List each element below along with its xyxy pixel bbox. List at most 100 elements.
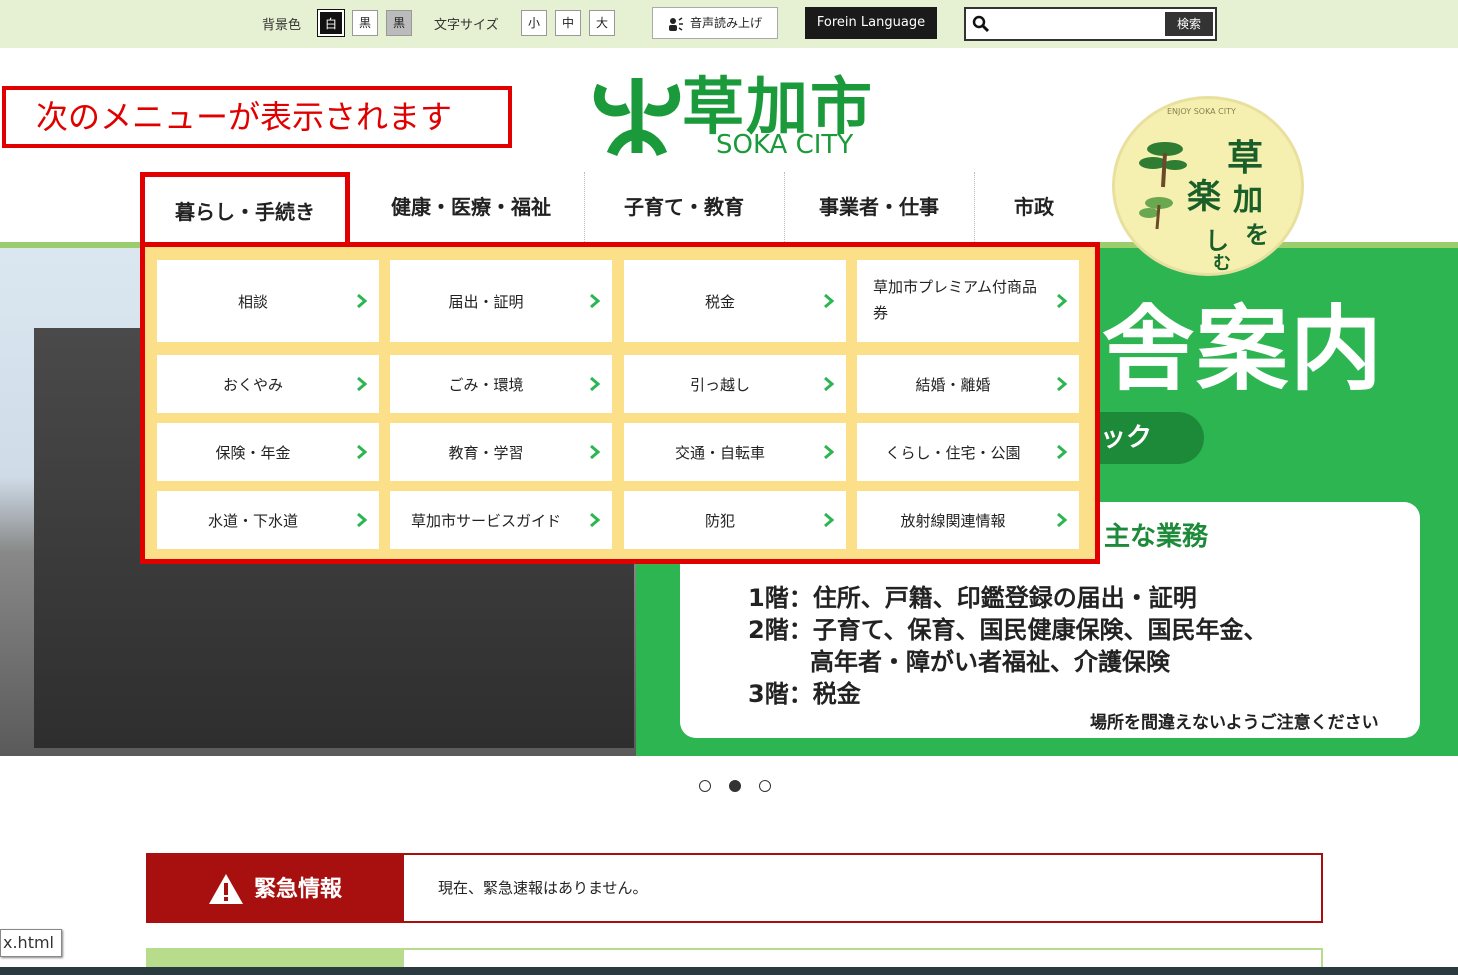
- chevron-right-icon: [357, 444, 368, 460]
- search-box: 検索: [964, 7, 1217, 41]
- mega-menu-item[interactable]: 届出・証明: [390, 260, 612, 342]
- enjoy-soka-badge[interactable]: 草 楽 加 を し む ENJOY SOKA CITY: [1112, 96, 1304, 276]
- chevron-right-icon: [357, 376, 368, 392]
- chevron-right-icon: [590, 512, 601, 528]
- chevron-right-icon: [1057, 293, 1068, 309]
- hero-title: 舎案内: [1102, 296, 1385, 403]
- read-aloud-button[interactable]: 音声読み上げ: [652, 7, 778, 39]
- chevron-right-icon: [824, 512, 835, 528]
- hero-card-line: 2階：子育て、保育、国民健康保険、国民年金、: [748, 616, 1268, 644]
- mega-menu-item[interactable]: 水道・下水道: [157, 491, 379, 549]
- chevron-right-icon: [590, 293, 601, 309]
- mega-menu-item-label: 届出・証明: [448, 293, 524, 311]
- font-medium-button[interactable]: 中: [555, 10, 581, 36]
- chevron-right-icon: [590, 376, 601, 392]
- badge-ring-text: ENJOY SOKA CITY: [1167, 107, 1236, 116]
- bg-white-button[interactable]: 白: [317, 9, 345, 37]
- nav-item-childcare[interactable]: 子育て・教育: [584, 172, 783, 242]
- global-nav: 暮らし・手続き 健康・医療・福祉 子育て・教育 事業者・仕事 市政: [140, 172, 1100, 242]
- speaker-person-icon: [668, 16, 683, 31]
- mega-menu-item-label: 防犯: [704, 512, 735, 530]
- bg-black-button[interactable]: 黒: [352, 10, 378, 36]
- site-logo[interactable]: 草加市 SOKA CITY: [592, 62, 892, 162]
- mega-menu-item-label: 水道・下水道: [207, 512, 298, 530]
- hero-pill: ック: [1092, 412, 1204, 464]
- hero-card-line: 1階：住所、戸籍、印鑑登録の届出・証明: [748, 584, 1197, 612]
- nav-item-city-admin[interactable]: 市政: [974, 172, 1093, 242]
- mega-menu-item[interactable]: 保険・年金: [157, 423, 379, 481]
- chevron-right-icon: [1057, 444, 1068, 460]
- status-url-tooltip: x.html: [0, 929, 62, 957]
- mega-menu-item[interactable]: おくやみ: [157, 355, 379, 413]
- mega-menu-item-label: 結婚・離婚: [915, 376, 991, 394]
- search-button[interactable]: 検索: [1165, 12, 1213, 36]
- mega-menu-item[interactable]: 放射線関連情報: [857, 491, 1079, 549]
- chevron-right-icon: [1057, 376, 1068, 392]
- mega-menu-item-label: 放射線関連情報: [900, 512, 1006, 530]
- nav-item-living[interactable]: 暮らし・手続き: [140, 172, 350, 242]
- mega-menu-item[interactable]: 結婚・離婚: [857, 355, 1079, 413]
- chevron-right-icon: [824, 376, 835, 392]
- slider-dot-active[interactable]: [729, 780, 741, 792]
- nav-item-health[interactable]: 健康・医療・福祉: [360, 172, 582, 242]
- chevron-right-icon: [824, 444, 835, 460]
- hero-card-line: 3階：税金: [748, 680, 861, 708]
- chevron-right-icon: [357, 512, 368, 528]
- slider-dot[interactable]: [759, 780, 771, 792]
- mega-menu: 相談 届出・証明 税金 草加市プレミアム付商品券おくやみ ごみ・環境 引っ越し 結婚・離婚保…: [140, 242, 1100, 564]
- mega-menu-item[interactable]: 税金: [624, 260, 846, 342]
- foreign-language-button[interactable]: Forein Language: [805, 7, 937, 39]
- logo-subtitle: SOKA CITY: [716, 130, 854, 160]
- font-small-button[interactable]: 小: [521, 10, 547, 36]
- emergency-message: 現在、緊急速報はありません。: [438, 879, 648, 897]
- mega-menu-item[interactable]: 防犯: [624, 491, 846, 549]
- badge-char: 草: [1227, 138, 1264, 179]
- pine-tree-icon: [1139, 197, 1173, 230]
- mega-menu-item-label: 草加市プレミアム付商品券: [873, 278, 1037, 322]
- mega-menu-item-label: 税金: [704, 293, 735, 311]
- slider-dot[interactable]: [699, 780, 711, 792]
- read-aloud-label: 音声読み上げ: [689, 16, 762, 30]
- mega-menu-item-label: 交通・自転車: [674, 444, 765, 462]
- chevron-right-icon: [824, 293, 835, 309]
- mega-menu-item-label: おくやみ: [222, 376, 283, 394]
- annotation-callout: 次のメニューが表示されます: [2, 86, 512, 148]
- hero-card-note: 場所を間違えないようご注意ください: [1090, 713, 1379, 733]
- badge-char: 加: [1233, 183, 1263, 218]
- mega-menu-item[interactable]: 教育・学習: [390, 423, 612, 481]
- mega-menu-item[interactable]: 草加市サービスガイド: [390, 491, 612, 549]
- soka-emblem-icon: [594, 78, 680, 157]
- mega-menu-item-label: ごみ・環境: [448, 376, 524, 394]
- mega-menu-item[interactable]: くらし・住宅・公園: [857, 423, 1079, 481]
- bg-gray-button[interactable]: 黒: [386, 10, 412, 36]
- emergency-heading: 緊急情報: [254, 877, 343, 902]
- badge-char: む: [1213, 253, 1231, 274]
- chevron-right-icon: [357, 293, 368, 309]
- mega-menu-item[interactable]: ごみ・環境: [390, 355, 612, 413]
- search-input[interactable]: [994, 11, 1128, 39]
- hero-card-heading: 主な業務: [1104, 522, 1209, 552]
- chevron-right-icon: [1057, 512, 1068, 528]
- search-icon: [972, 15, 990, 33]
- mega-menu-item-label: 保険・年金: [215, 444, 291, 462]
- emergency-info: 緊急情報 現在、緊急速報はありません。: [146, 853, 1323, 923]
- utility-bar: 背景色 白 黒 黒 文字サイズ 小 中 大 音声読み上げ Forein Lang…: [0, 0, 1458, 48]
- mega-menu-item[interactable]: 草加市プレミアム付商品券: [857, 260, 1079, 342]
- pine-tree-icon: [1139, 142, 1187, 188]
- mega-menu-item[interactable]: 引っ越し: [624, 355, 846, 413]
- font-large-button[interactable]: 大: [589, 10, 615, 36]
- mega-menu-item[interactable]: 相談: [157, 260, 379, 342]
- mega-menu-item[interactable]: 交通・自転車: [624, 423, 846, 481]
- badge-char: を: [1245, 221, 1269, 249]
- font-size-label: 文字サイズ: [434, 18, 499, 33]
- mega-menu-item-label: 草加市サービスガイド: [410, 512, 561, 530]
- emergency-header: 緊急情報: [148, 855, 404, 921]
- mega-menu-item-label: くらし・住宅・公園: [885, 444, 1021, 462]
- mega-menu-item-label: 教育・学習: [448, 444, 524, 462]
- bottom-bar: [0, 967, 1458, 975]
- mega-menu-item-label: 引っ越し: [689, 376, 750, 394]
- hero-card-line: 高年者・障がい者福祉、介護保険: [810, 648, 1170, 676]
- mega-menu-item-label: 相談: [237, 293, 268, 311]
- nav-item-business[interactable]: 事業者・仕事: [784, 172, 973, 242]
- next-section: [146, 948, 1323, 970]
